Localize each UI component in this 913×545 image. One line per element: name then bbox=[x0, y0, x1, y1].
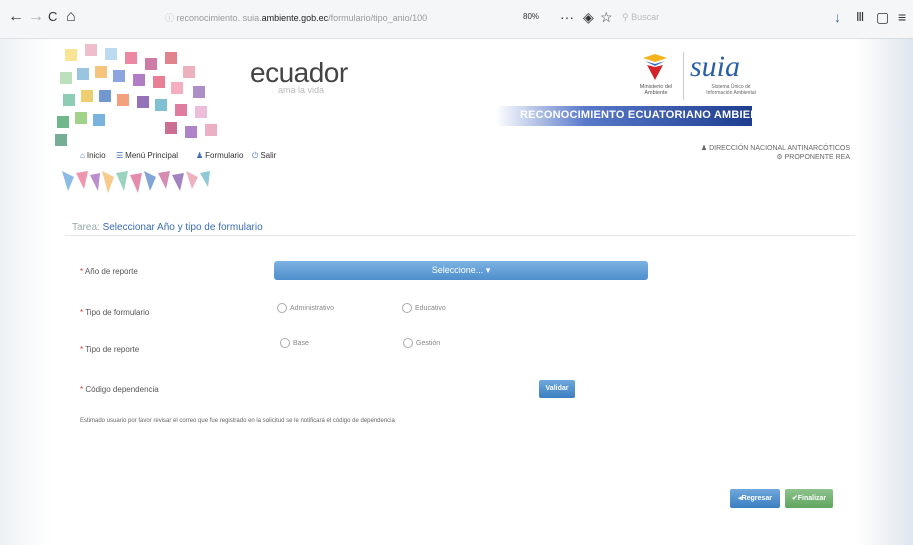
bookmark-star-icon[interactable]: ☆ bbox=[600, 9, 613, 25]
menu-icon[interactable]: ≡ bbox=[898, 9, 906, 25]
power-icon: ⏻ bbox=[252, 151, 259, 160]
radio-circle bbox=[403, 338, 413, 348]
form-type-label: * Tipo de formulario bbox=[80, 308, 149, 317]
ministry-name: Ministerio del Ambiente bbox=[639, 84, 673, 96]
menu-item-main-menu[interactable]: ☰ Menú Principal bbox=[116, 151, 178, 160]
menu-item-salir[interactable]: ⏻ Salir bbox=[252, 151, 276, 161]
radio-administrativo[interactable]: Administrativo bbox=[277, 303, 334, 313]
user-role: PROPONENTE REA bbox=[784, 154, 850, 161]
radio-circle bbox=[402, 303, 412, 313]
suia-logo: suia bbox=[690, 50, 741, 83]
title-divider bbox=[65, 235, 855, 236]
page-actions-icon[interactable]: ··· bbox=[560, 9, 574, 25]
menu-label: Salir bbox=[260, 151, 277, 160]
reload-icon[interactable]: C bbox=[48, 9, 57, 25]
user-organization: DIRECCIÓN NACIONAL ANTINARCÓTICOS bbox=[709, 145, 850, 152]
library-icon[interactable]: Ⅲ bbox=[856, 9, 864, 25]
search-icon: ⚲ bbox=[622, 12, 629, 22]
decorative-strip bbox=[62, 171, 210, 193]
back-icon[interactable]: ← bbox=[8, 9, 24, 25]
dependency-notice: Estimado usuario por favor revisar el co… bbox=[80, 418, 395, 424]
dependency-label-text: Código dependencia bbox=[85, 385, 159, 394]
radio-circle bbox=[280, 338, 290, 348]
radio-gestion[interactable]: Gestión bbox=[403, 338, 440, 348]
user-icon: ♟ bbox=[196, 151, 204, 160]
search-input[interactable]: ⚲ Buscar bbox=[622, 9, 712, 25]
task-prefix: Tarea: bbox=[72, 222, 103, 233]
year-select-value: Seleccione... bbox=[431, 265, 484, 275]
menu-label: Formulario bbox=[205, 151, 244, 160]
radio-label: Educativo bbox=[415, 304, 446, 312]
url-domain: ambiente.gob.ec bbox=[261, 13, 329, 23]
finish-button[interactable]: ✔Finalizar bbox=[785, 489, 833, 508]
task-title: Tarea: Seleccionar Año y tipo de formula… bbox=[72, 222, 263, 233]
year-label-text: Año de reporte bbox=[84, 267, 138, 276]
menu-label: Inicio bbox=[86, 151, 106, 160]
search-placeholder: Buscar bbox=[631, 12, 660, 22]
address-bar[interactable]: ⓘ reconocimiento. suia.ambiente.gob.ec/f… bbox=[165, 8, 465, 28]
role-icon: ⚙ bbox=[776, 154, 783, 161]
back-button-label: Regresar bbox=[741, 495, 772, 502]
menu-item-formulario[interactable]: ♟ Formulario bbox=[196, 151, 243, 160]
task-name: Seleccionar Año y tipo de formulario bbox=[102, 222, 263, 233]
validate-button[interactable]: Validar bbox=[539, 380, 575, 398]
home-icon: ⌂ bbox=[80, 151, 85, 160]
report-type-label: * Tipo de reporte bbox=[80, 345, 139, 354]
zoom-level[interactable]: 80% bbox=[523, 12, 539, 21]
sidebar-icon[interactable]: ▢ bbox=[876, 9, 889, 25]
radio-label: Gestión bbox=[416, 339, 441, 347]
back-button[interactable]: ◂Regresar bbox=[730, 489, 780, 508]
banner-title: RECONOCIMIENTO ECUATORIANO AMBIENTAL bbox=[520, 109, 780, 121]
finish-button-label: Finalizar bbox=[797, 495, 827, 502]
menu-label: Menú Principal bbox=[125, 151, 179, 160]
radio-circle bbox=[277, 303, 287, 313]
ecuador-fan-logo bbox=[55, 44, 217, 146]
dependency-label: * Código dependencia bbox=[80, 385, 159, 394]
user-icon: ♟ bbox=[700, 145, 708, 152]
url-prefix: reconocimiento. suia. bbox=[176, 13, 262, 23]
chevron-down-icon: ▾ bbox=[485, 265, 491, 275]
user-info: ♟ DIRECCIÓN NACIONAL ANTINARCÓTICOS ⚙ PR… bbox=[700, 144, 850, 162]
info-icon: ⓘ bbox=[165, 13, 175, 23]
pocket-icon[interactable]: ◈ bbox=[583, 9, 594, 25]
url-suffix: /formulario/tipo_anio/100 bbox=[328, 13, 428, 23]
year-label: * Año de reporte bbox=[80, 267, 138, 276]
download-icon[interactable]: ↓ bbox=[834, 9, 841, 25]
radio-label: Administrativo bbox=[290, 304, 334, 312]
background-left bbox=[0, 38, 52, 545]
radio-label: Base bbox=[293, 339, 309, 347]
radio-base[interactable]: Base bbox=[280, 338, 309, 348]
report-type-label-text: Tipo de reporte bbox=[85, 345, 140, 354]
forward-icon[interactable]: → bbox=[28, 9, 44, 25]
browser-toolbar: ← → C ⌂ ⓘ reconocimiento. suia.ambiente.… bbox=[0, 0, 913, 39]
radio-educativo[interactable]: Educativo bbox=[402, 303, 446, 313]
home-icon[interactable]: ⌂ bbox=[66, 9, 76, 25]
form-type-label-text: Tipo de formulario bbox=[85, 308, 150, 317]
menu-item-inicio[interactable]: ⌂ Inicio bbox=[80, 151, 106, 160]
list-icon: ☰ bbox=[116, 151, 124, 160]
header-divider bbox=[683, 52, 684, 100]
background-right bbox=[856, 38, 913, 545]
year-select[interactable]: Seleccione... ▾ bbox=[274, 261, 648, 280]
suia-subtitle: Sistema Único de Información Ambiental bbox=[706, 84, 756, 96]
ecuador-subtitle: ama la vida bbox=[278, 85, 325, 95]
ministry-logo-icon bbox=[643, 54, 667, 80]
